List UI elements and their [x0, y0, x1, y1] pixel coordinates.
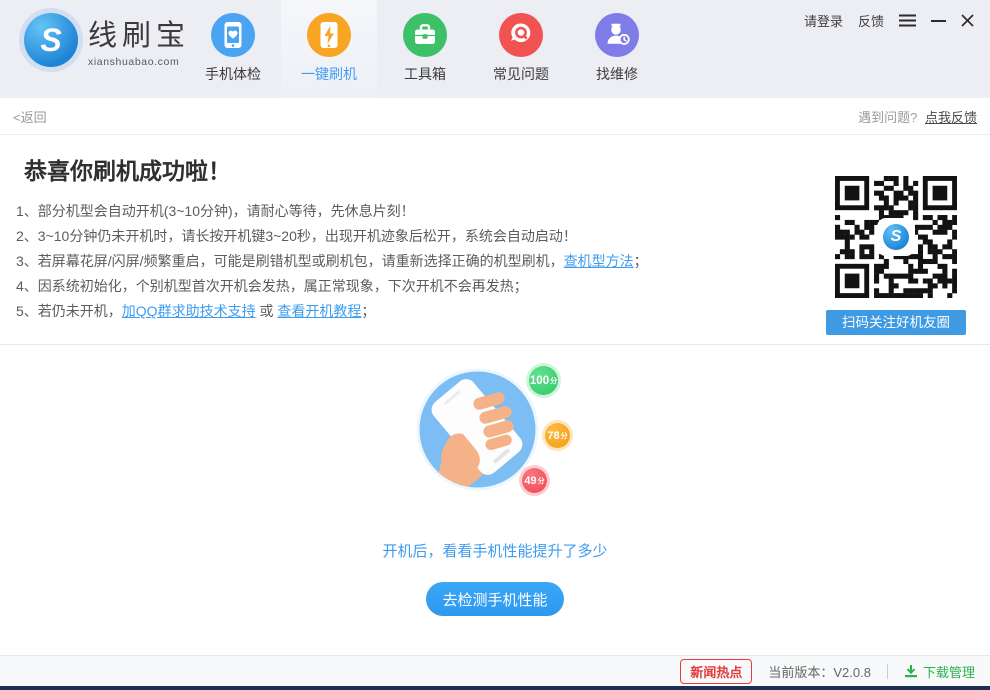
footer-divider — [887, 664, 888, 679]
faq-icon — [499, 13, 543, 57]
minimize-button[interactable] — [931, 14, 946, 27]
boot-tutorial-link[interactable]: 查看开机教程 — [277, 303, 361, 319]
repair-icon — [595, 13, 639, 57]
feedback-link[interactable]: 反馈 — [858, 11, 884, 30]
toolbox-icon — [403, 13, 447, 57]
tip-line-4: 4、因系统初始化，个别机型首次开机会发热，属正常现象，下次开机不会再发热； — [16, 274, 816, 299]
score-badge-49: 49分 — [522, 468, 547, 493]
phone-hand-illustration — [415, 367, 540, 492]
flash-success-section: 恭喜你刷机成功啦！ 1、部分机型会自动开机(3~10分钟)，请耐心等待，先休息片… — [0, 135, 990, 345]
nav-item-phone-checkup[interactable]: 手机体检 — [185, 0, 281, 98]
performance-prompt: 开机后，看看手机性能提升了多少 — [0, 540, 990, 561]
one-key-flash-icon — [307, 13, 351, 57]
nav-label: 工具箱 — [404, 64, 446, 84]
nav-label: 找维修 — [596, 64, 638, 84]
menu-icon[interactable] — [899, 14, 916, 27]
qr-code: S — [835, 176, 957, 298]
tip-line-2: 2、3~10分钟仍未开机时，请长按开机键3~20秒，出现开机迹象后松开，系统会自… — [16, 224, 816, 249]
nav-item-one-key-flash[interactable]: 一键刷机 — [281, 0, 377, 98]
subheader-bar: <返回 遇到问题? 点我反馈 — [0, 98, 990, 135]
login-link[interactable]: 请登录 — [804, 11, 843, 30]
brand-logo-icon: S — [24, 13, 78, 67]
performance-section: 100分 78分 49分 开机后，看看手机性能提升了多少 去检测手机性能 — [0, 345, 990, 655]
brand-name: 线刷宝 — [88, 12, 190, 54]
download-icon — [904, 664, 918, 678]
score-badge-78: 78分 — [545, 423, 570, 448]
nav-item-faq[interactable]: 常见问题 — [473, 0, 569, 98]
back-link[interactable]: <返回 — [13, 107, 47, 126]
bottom-accent-strip — [0, 686, 990, 690]
app-header: S 线刷宝 xianshuabao.com 手机体检 — [0, 0, 990, 98]
qr-center-logo: S — [879, 220, 913, 254]
problem-hint: 遇到问题? — [858, 110, 917, 125]
tip-line-5: 5、若仍未开机，加QQ群求助技术支持 或 查看开机教程； — [16, 299, 816, 324]
tip-line-3: 3、若屏幕花屏/闪屏/频繁重启，可能是刷错机型或刷机包，请重新选择正确的机型刷机… — [16, 249, 816, 274]
nav-label: 手机体检 — [205, 64, 261, 84]
window-controls: 请登录 反馈 — [804, 11, 974, 30]
brand-text: 线刷宝 xianshuabao.com — [88, 12, 190, 68]
performance-illustration-area: 100分 78分 49分 — [0, 361, 990, 526]
nav-item-toolbox[interactable]: 工具箱 — [377, 0, 473, 98]
news-hotspot-button[interactable]: 新闻热点 — [680, 659, 752, 684]
version-label: 当前版本：V2.0.8 — [768, 662, 871, 681]
success-tips: 1、部分机型会自动开机(3~10分钟)，请耐心等待，先休息片刻！ 2、3~10分… — [16, 199, 816, 324]
nav-item-find-repair[interactable]: 找维修 — [569, 0, 665, 98]
brand-domain: xianshuabao.com — [88, 56, 190, 68]
footer-bar: 新闻热点 当前版本：V2.0.8 下载管理 — [0, 655, 990, 686]
phone-health-icon — [211, 13, 255, 57]
close-button[interactable] — [961, 14, 974, 27]
problem-hint-area: 遇到问题? 点我反馈 — [858, 107, 977, 126]
qr-caption-banner: 扫码关注好机友圈 — [826, 310, 966, 335]
score-badge-100: 100分 — [529, 366, 558, 395]
feedback-me-link[interactable]: 点我反馈 — [925, 110, 977, 125]
main-nav: 手机体检 一键刷机 — [185, 0, 665, 98]
tip-line-1: 1、部分机型会自动开机(3~10分钟)，请耐心等待，先休息片刻！ — [16, 199, 816, 224]
app-window: S 线刷宝 xianshuabao.com 手机体检 — [0, 0, 990, 690]
brand-logo[interactable]: S 线刷宝 xianshuabao.com — [24, 12, 190, 68]
check-model-method-link[interactable]: 查机型方法 — [564, 253, 634, 269]
qq-group-support-link[interactable]: 加QQ群求助技术支持 — [122, 303, 256, 319]
nav-label: 一键刷机 — [301, 64, 357, 84]
qr-block: S 扫码关注好机友圈 — [826, 176, 966, 335]
check-performance-button[interactable]: 去检测手机性能 — [426, 582, 564, 616]
nav-label: 常见问题 — [493, 64, 549, 84]
download-manager-button[interactable]: 下载管理 — [904, 662, 975, 681]
download-label: 下载管理 — [923, 662, 975, 681]
